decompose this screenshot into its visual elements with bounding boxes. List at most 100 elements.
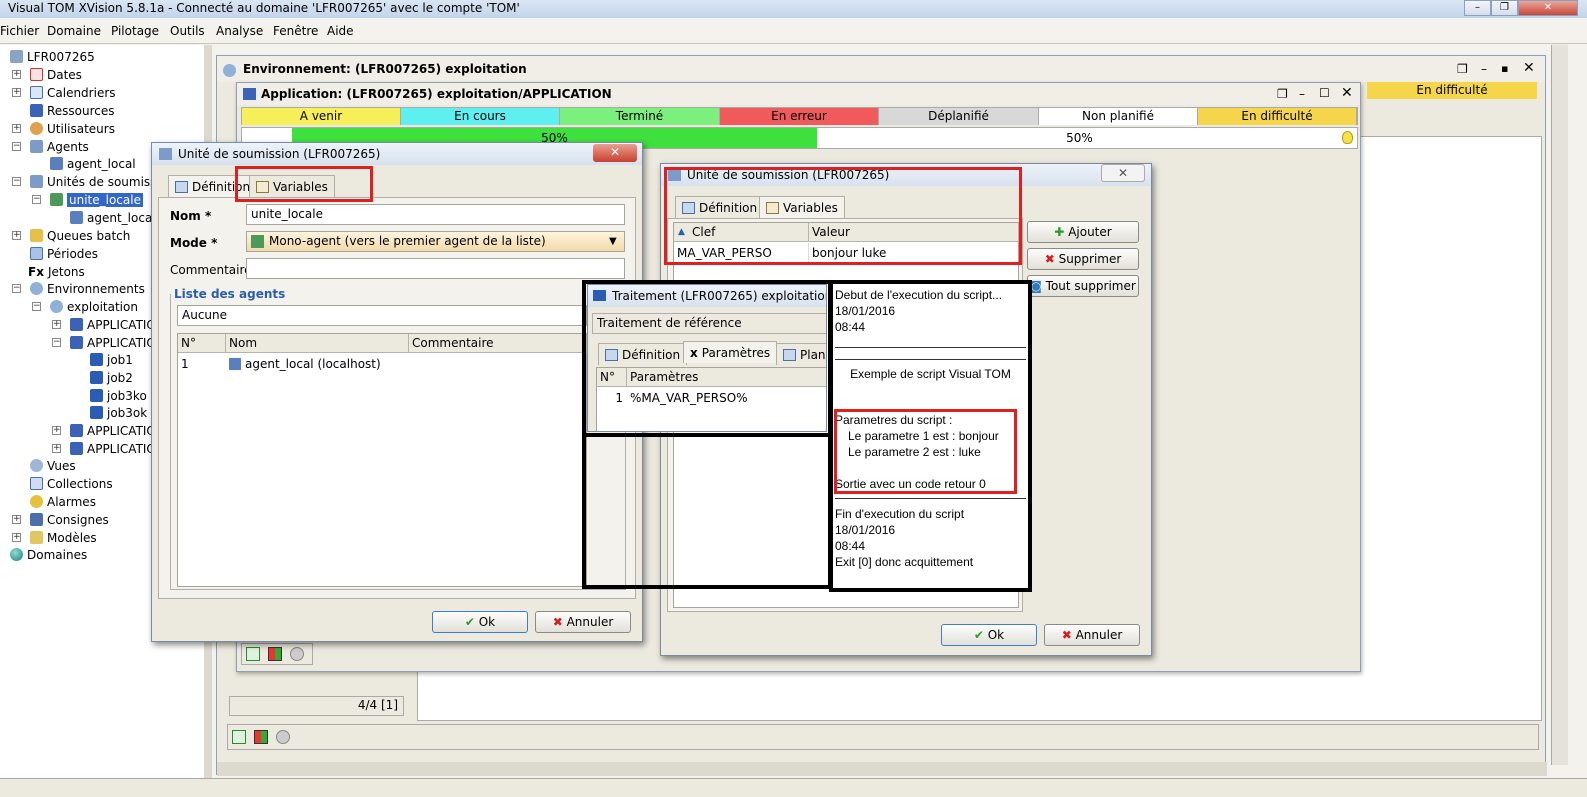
expand-toggle[interactable]: +: [52, 426, 61, 435]
collapse-toggle[interactable]: −: [32, 195, 41, 204]
expand-toggle[interactable]: +: [52, 320, 61, 329]
agents-filter-select[interactable]: Aucune: [177, 305, 587, 326]
app-toolbar: [241, 643, 313, 665]
maximize-icon[interactable]: ☐: [1319, 86, 1330, 100]
collapse-toggle[interactable]: −: [12, 177, 21, 186]
minimize-icon[interactable]: –: [1481, 62, 1487, 76]
tree-item-calendriers[interactable]: Calendriers: [30, 84, 116, 102]
remove-button[interactable]: ✖ Supprimer: [1027, 248, 1139, 270]
tree-item-domaines[interactable]: Domaines: [10, 546, 87, 564]
tree-item-job3ko[interactable]: job3ko: [90, 387, 147, 405]
ok-button[interactable]: ✔ Ok: [941, 624, 1037, 646]
chevron-down-icon[interactable]: ▼: [609, 232, 617, 251]
globe-icon: [223, 64, 236, 77]
col-nom[interactable]: Nom: [226, 334, 409, 353]
cancel-button[interactable]: ✖ Annuler: [535, 611, 631, 633]
expand-toggle[interactable]: +: [12, 231, 21, 240]
tree-item-utilisateurs[interactable]: Utilisateurs: [30, 120, 115, 138]
tree-item-agent-local[interactable]: agent_local: [50, 155, 136, 173]
close-icon[interactable]: ✕: [1523, 60, 1535, 76]
tree-item-collections[interactable]: Collections: [30, 475, 113, 493]
cancel-button[interactable]: ✖ Annuler: [1044, 624, 1140, 646]
tree-item-unit-agent[interactable]: agent_local: [70, 209, 156, 227]
close-button[interactable]: ✕: [1101, 164, 1145, 182]
remove-all-button[interactable]: ◙ Tout supprimer: [1027, 275, 1139, 297]
expand-toggle[interactable]: +: [52, 444, 61, 453]
tree-item-modeles[interactable]: Modèles: [30, 529, 97, 547]
col-commentaire[interactable]: Commentaire: [409, 334, 587, 353]
tree-item-agents[interactable]: Agents: [30, 138, 89, 156]
commentaire-input[interactable]: [246, 258, 625, 279]
mode-select[interactable]: Mono-agent (vers le premier agent de la …: [246, 231, 625, 252]
expand-toggle[interactable]: +: [12, 124, 21, 133]
globe-icon: [50, 300, 63, 313]
tree-item-ressources[interactable]: Ressources: [30, 102, 115, 120]
log-end: Exit [0] donc acquittement: [835, 555, 974, 569]
menu-aide[interactable]: Aide: [327, 24, 354, 38]
unit-icon: [50, 193, 63, 206]
restore-icon[interactable]: ❐: [1457, 62, 1468, 76]
collapse-toggle[interactable]: −: [32, 302, 41, 311]
highlight-variables-table: [664, 167, 1022, 265]
job-icon: [90, 406, 103, 419]
minimize-button[interactable]: –: [1464, 0, 1491, 16]
table-row-nom[interactable]: agent_local (localhost): [226, 354, 409, 374]
tree-item-dates[interactable]: Dates: [30, 66, 82, 84]
computer-icon: [70, 211, 83, 224]
grid-icon[interactable]: [254, 730, 268, 744]
menu-outils[interactable]: Outils: [170, 24, 205, 38]
horizontal-scrollbar[interactable]: [217, 762, 1547, 776]
tree-item-vues[interactable]: Vues: [30, 457, 76, 475]
menu-analyse[interactable]: Analyse: [216, 24, 263, 38]
add-button[interactable]: ✚ Ajouter: [1027, 221, 1139, 243]
maximize-button[interactable]: ❐: [1491, 0, 1518, 16]
expand-toggle[interactable]: +: [12, 70, 21, 79]
maximize-icon[interactable]: ▪: [1501, 62, 1508, 75]
highlight-parameters: [582, 280, 832, 437]
edit-icon[interactable]: [232, 730, 246, 744]
menu-fenetre[interactable]: Fenêtre: [273, 24, 318, 38]
menu-pilotage[interactable]: Pilotage: [111, 24, 159, 38]
expand-toggle[interactable]: +: [12, 515, 21, 524]
tree-item-environnements[interactable]: Environnements: [30, 280, 145, 298]
nom-input[interactable]: unite_locale: [246, 204, 625, 225]
tree-item-queues[interactable]: Queues batch: [30, 227, 130, 245]
tree-item-alarmes[interactable]: Alarmes: [30, 493, 96, 511]
expand-toggle[interactable]: +: [12, 533, 21, 542]
cross-icon: ✖: [1044, 252, 1055, 266]
tree-item-job1[interactable]: job1: [90, 351, 133, 369]
restore-icon[interactable]: ❐: [1277, 87, 1288, 101]
menu-fichier[interactable]: Fichier: [0, 24, 39, 38]
log-end: 08:44: [835, 539, 866, 553]
ok-button[interactable]: ✔ Ok: [432, 611, 528, 633]
monitor-icon[interactable]: [276, 730, 290, 744]
edit-icon[interactable]: [246, 647, 260, 661]
table-row-no[interactable]: 1: [178, 354, 226, 374]
tree-item-job3ok[interactable]: job3ok: [90, 404, 147, 422]
collapse-toggle[interactable]: −: [52, 338, 61, 347]
col-no[interactable]: N°: [178, 334, 226, 353]
collapse-toggle[interactable]: −: [12, 142, 21, 151]
tree-item-jetons[interactable]: Fx Jetons: [28, 263, 85, 281]
user-icon: [30, 122, 43, 135]
close-app-button[interactable]: ✕: [1518, 0, 1578, 16]
tree-item-unite-locale[interactable]: unite_locale: [50, 191, 143, 209]
lightbulb-icon[interactable]: [1342, 131, 1353, 144]
minimize-icon[interactable]: –: [1299, 87, 1305, 101]
vertical-scrollbar[interactable]: [1551, 45, 1568, 765]
monitor-icon[interactable]: [290, 647, 304, 661]
status-termine: Terminé: [560, 108, 720, 125]
tree-item-consignes[interactable]: Consignes: [30, 511, 109, 529]
tree-item-periodes[interactable]: Périodes: [30, 245, 98, 263]
tree-item-job2[interactable]: job2: [90, 369, 133, 387]
grid-icon[interactable]: [268, 647, 282, 661]
menu-domaine[interactable]: Domaine: [47, 24, 101, 38]
tree-item-exploitation[interactable]: exploitation: [50, 298, 138, 316]
expand-toggle[interactable]: +: [12, 88, 21, 97]
tree-root[interactable]: LFR007265: [10, 48, 95, 66]
close-button[interactable]: ✕: [593, 144, 637, 162]
collapse-toggle[interactable]: −: [12, 284, 21, 293]
mode-label: Mode *: [170, 236, 218, 250]
commentaire-label: Commentaire: [170, 263, 252, 277]
close-icon[interactable]: ✕: [1341, 85, 1353, 101]
